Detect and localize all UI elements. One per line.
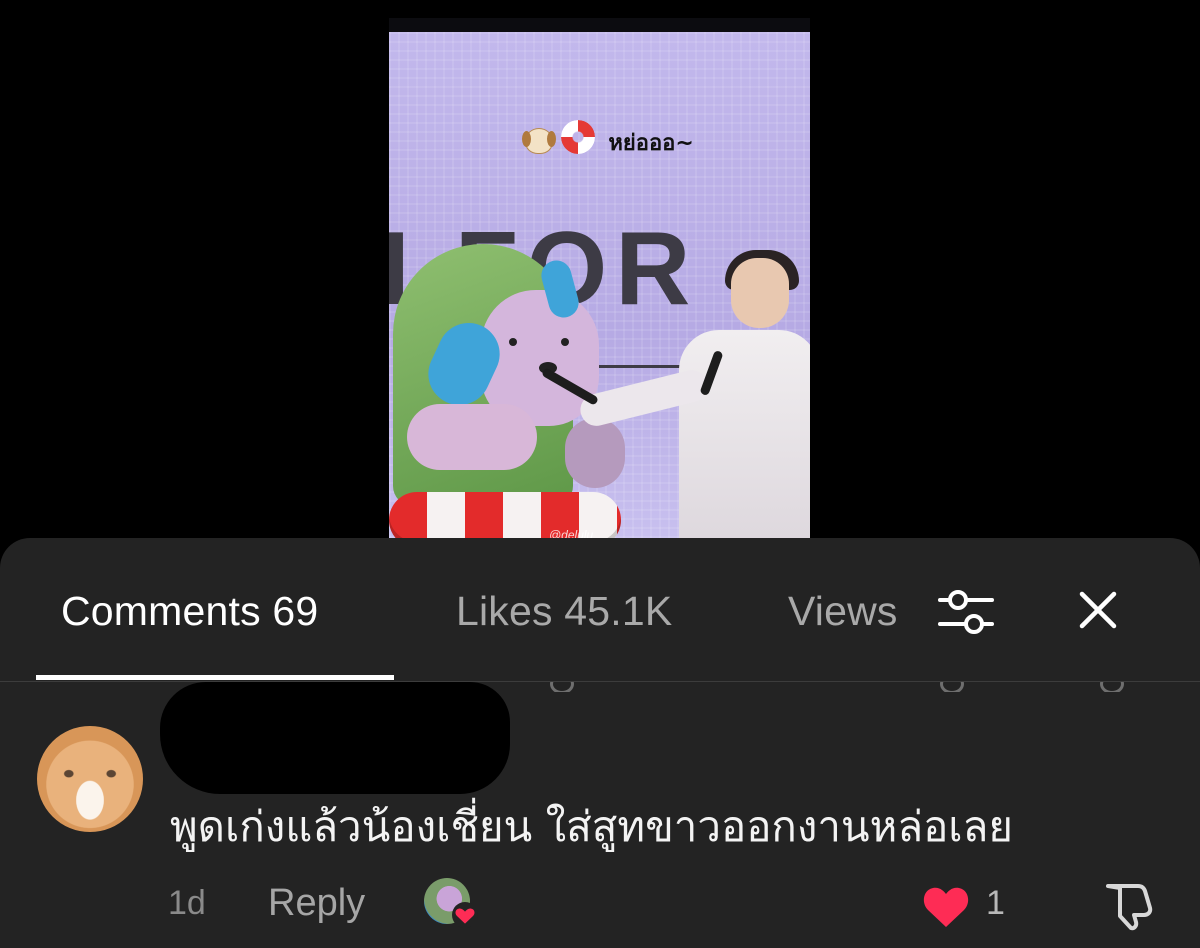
tab-likes[interactable]: Likes 45.1K — [456, 588, 672, 635]
caption-text: หย่อออ~ — [608, 131, 694, 156]
filter-sliders-icon[interactable] — [936, 584, 996, 640]
comment-meta: 1d Reply 1 — [0, 874, 1200, 934]
redacted-username — [160, 682, 510, 794]
comment-item: พูดเก่งแล้วน้องเชี่ยน ใส่สูทขาวออกงานหล่… — [0, 682, 1200, 948]
reply-button[interactable]: Reply — [268, 882, 365, 925]
dog-face-icon — [522, 128, 556, 154]
video-caption: หย่อออ~ — [522, 120, 694, 160]
person-head — [731, 258, 789, 328]
watermark: @delulu — [549, 528, 594, 538]
mascot-paw — [565, 418, 625, 488]
mascot-eye — [561, 338, 569, 346]
heart-icon[interactable] — [920, 882, 972, 930]
comment-time: 1d — [168, 884, 206, 922]
comments-sheet: Comments 69 Likes 45.1K Views พูดเก่งแล้… — [0, 538, 1200, 948]
mascot-paw — [407, 404, 537, 470]
avatar[interactable] — [37, 726, 143, 832]
ring-buoy-icon — [560, 120, 595, 154]
tab-comments[interactable]: Comments 69 — [61, 588, 318, 635]
comment-text: พูดเก่งแล้วน้องเชี่ยน ใส่สูทขาวออกงานหล่… — [170, 802, 1013, 851]
video-player[interactable]: I FOR หย่อออ~ @delulu — [389, 18, 810, 538]
like-count: 1 — [986, 884, 1005, 922]
app-screen: I FOR หย่อออ~ @delulu Comments 69 Likes … — [0, 0, 1200, 948]
close-icon[interactable] — [1068, 584, 1128, 640]
tab-views[interactable]: Views — [788, 588, 900, 635]
creator-liked-avatar — [424, 878, 478, 928]
person-suit — [679, 330, 810, 538]
mascot-eye — [509, 338, 517, 346]
heart-icon — [452, 902, 478, 928]
video-frame: I FOR หย่อออ~ @delulu — [389, 32, 810, 538]
video-top-bar — [389, 18, 810, 32]
active-tab-indicator — [36, 675, 394, 680]
sheet-tabs: Comments 69 Likes 45.1K Views — [0, 538, 1200, 682]
thumbs-down-icon[interactable] — [1100, 880, 1156, 932]
